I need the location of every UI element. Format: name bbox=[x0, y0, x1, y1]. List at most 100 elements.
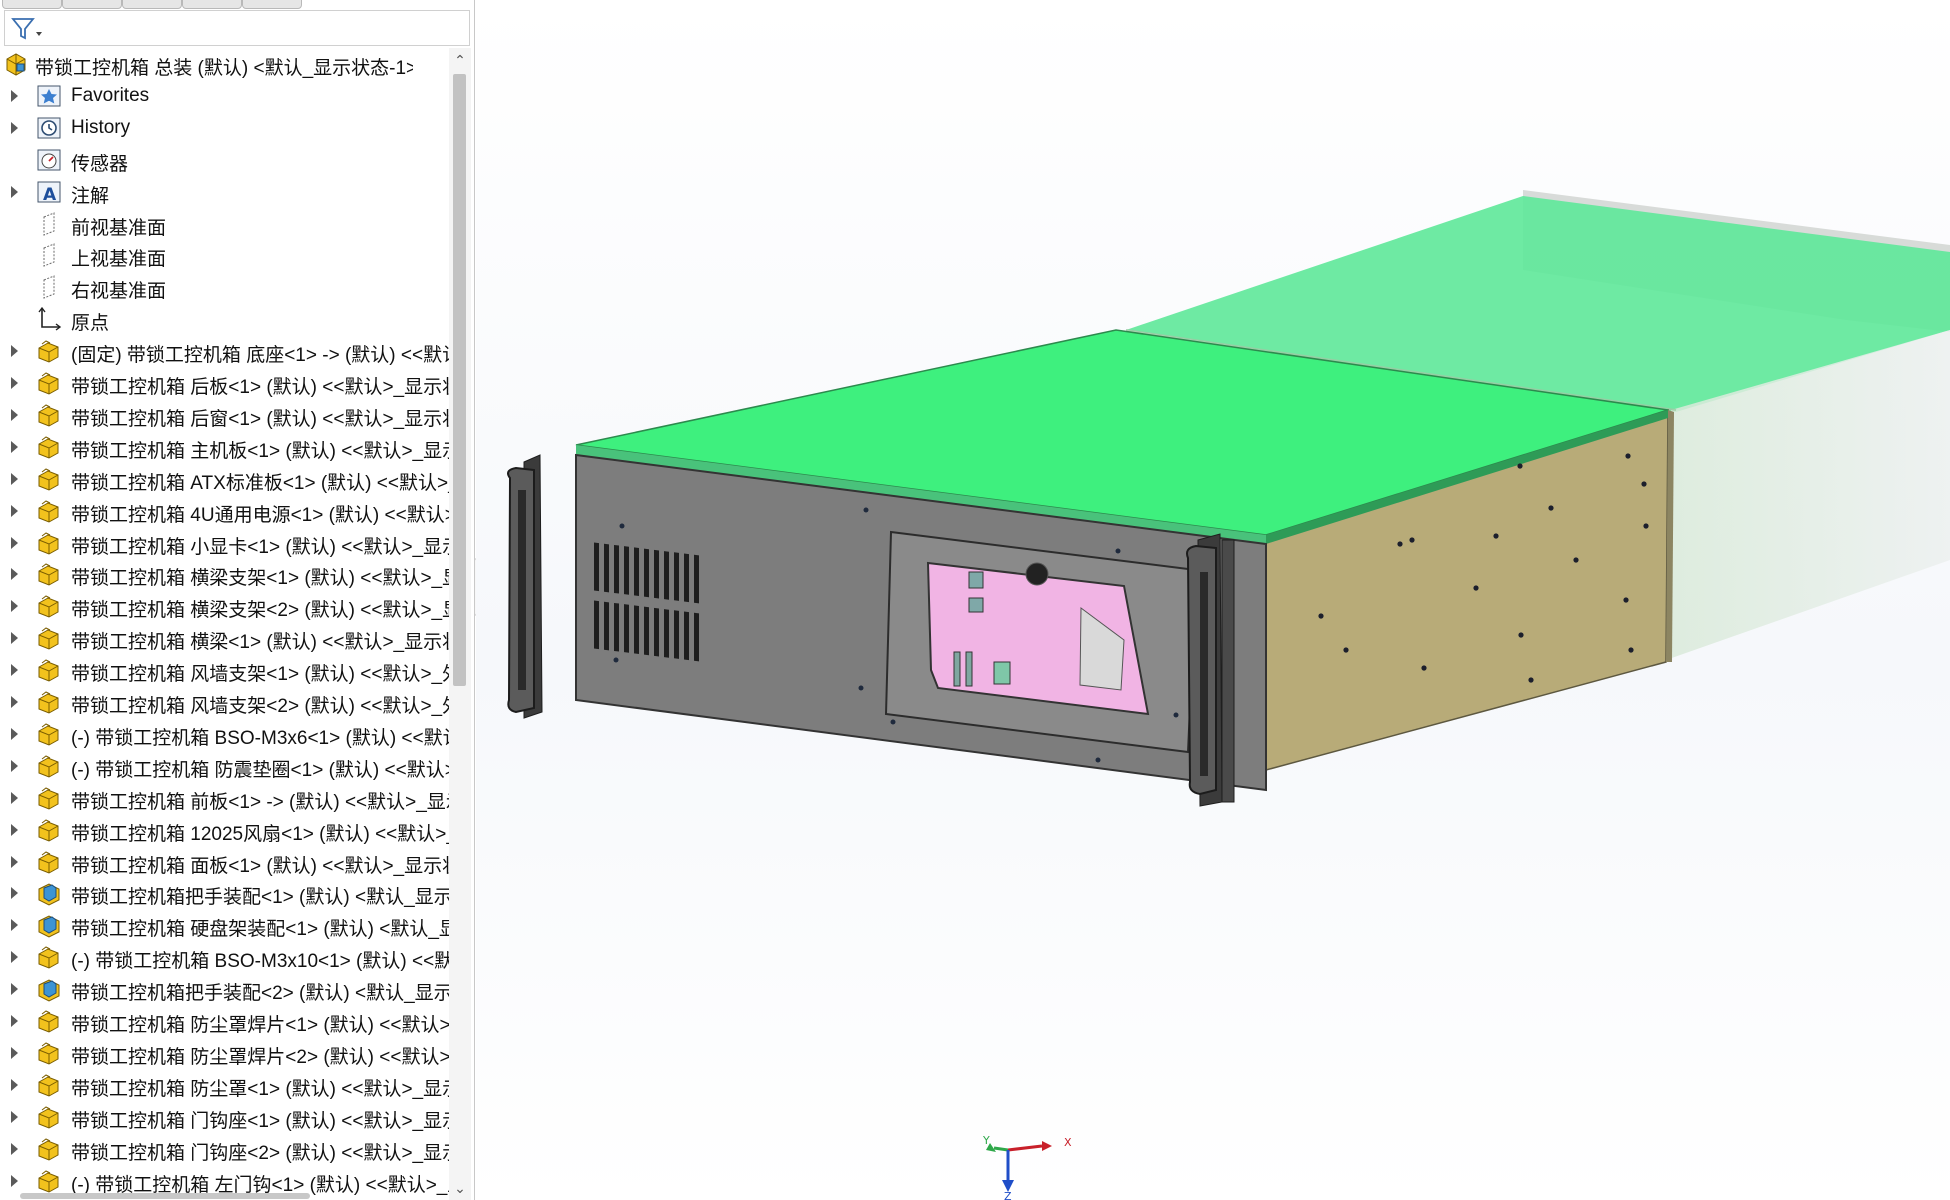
tab-feature-manager[interactable] bbox=[2, 0, 62, 9]
tree-vertical-scrollbar[interactable]: ⌃ ⌄ bbox=[449, 48, 471, 1200]
expand-arrow-icon[interactable] bbox=[11, 185, 18, 198]
tree-node[interactable]: 带锁工控机箱 防尘罩焊片<2> (默认) <<默认>_ bbox=[0, 1037, 450, 1069]
tree-node-label: 传感器 bbox=[71, 153, 129, 175]
expand-arrow-icon[interactable] bbox=[11, 727, 18, 740]
tab-display-manager[interactable] bbox=[242, 0, 302, 9]
tree-node[interactable]: 带锁工控机箱 后板<1> (默认) <<默认>_显示状 bbox=[0, 367, 450, 399]
tree-filter-bar[interactable] bbox=[4, 10, 470, 46]
tree-node[interactable]: (-) 带锁工控机箱 防震垫圈<1> (默认) <<默认> bbox=[0, 750, 450, 782]
expand-arrow-icon[interactable] bbox=[11, 759, 18, 772]
tree-node[interactable]: 原点 bbox=[0, 303, 450, 335]
part-icon bbox=[36, 657, 62, 683]
tree-node-label: 上视基准面 bbox=[71, 249, 167, 271]
tree-node[interactable]: 带锁工控机箱 门钩座<1> (默认) <<默认>_显示 bbox=[0, 1101, 450, 1133]
scroll-thumb[interactable] bbox=[453, 74, 466, 686]
tree-node[interactable]: 上视基准面 bbox=[0, 239, 450, 271]
tree-node-label: 带锁工控机箱 横梁<1> (默认) <<默认>_显示状 bbox=[71, 632, 449, 654]
tree-node[interactable]: 带锁工控机箱 横梁支架<2> (默认) <<默认>_显 bbox=[0, 590, 450, 622]
part-icon bbox=[36, 849, 62, 875]
tree-node[interactable]: 带锁工控机箱 横梁支架<1> (默认) <<默认>_显 bbox=[0, 558, 450, 590]
expand-arrow-icon[interactable] bbox=[11, 472, 18, 485]
expand-arrow-icon[interactable] bbox=[11, 89, 18, 102]
expand-arrow-icon[interactable] bbox=[11, 1046, 18, 1059]
feature-manager-panel: 带锁工控机箱 总装 (默认) <默认_显示状态-1> Favorites Histo… bbox=[0, 0, 475, 1200]
tree-node[interactable]: 带锁工控机箱 防尘罩<1> (默认) <<默认>_显示 bbox=[0, 1069, 450, 1101]
part-icon bbox=[36, 530, 62, 556]
expand-arrow-icon[interactable] bbox=[11, 791, 18, 804]
expand-arrow-icon[interactable] bbox=[11, 919, 18, 932]
expand-arrow-icon[interactable] bbox=[11, 121, 18, 134]
tree-node[interactable]: 带锁工控机箱 小显卡<1> (默认) <<默认>_显示 bbox=[0, 527, 450, 559]
scroll-up-arrow-icon[interactable]: ⌃ bbox=[452, 52, 468, 68]
expand-arrow-icon[interactable] bbox=[11, 696, 18, 708]
tree-node-label: 带锁工控机箱 主机板<1> (默认) <<默认>_显示 bbox=[71, 440, 449, 462]
expand-arrow-icon[interactable] bbox=[11, 1174, 18, 1187]
tree-node[interactable]: 带锁工控机箱 横梁<1> (默认) <<默认>_显示状 bbox=[0, 622, 450, 654]
expand-arrow-icon[interactable] bbox=[11, 1142, 18, 1155]
expand-arrow-icon[interactable] bbox=[11, 600, 18, 613]
tree-node[interactable]: History bbox=[0, 112, 450, 144]
expand-arrow-icon[interactable] bbox=[11, 1078, 18, 1091]
tree-node[interactable]: 带锁工控机箱 12025风扇<1> (默认) <<默认>_ bbox=[0, 814, 450, 846]
tree-node[interactable]: 带锁工控机箱 防尘罩焊片<1> (默认) <<默认>_ bbox=[0, 1005, 450, 1037]
tree-node[interactable]: 带锁工控机箱 后窗<1> (默认) <<默认>_显示状 bbox=[0, 399, 450, 431]
expand-arrow-icon[interactable] bbox=[11, 951, 18, 964]
tree-node-label: 带锁工控机箱 横梁支架<2> (默认) <<默认>_显 bbox=[71, 600, 449, 622]
expand-arrow-icon[interactable] bbox=[11, 568, 18, 581]
tree-node-label: 带锁工控机箱 防尘罩焊片<1> (默认) <<默认>_ bbox=[71, 1015, 449, 1036]
triad-x-label: X bbox=[1064, 1136, 1072, 1149]
tree-node[interactable]: (固定) 带锁工控机箱 底座<1> -> (默认) <<默认 bbox=[0, 335, 450, 367]
tree-node[interactable]: (-) 带锁工控机箱 BSO-M3x10<1> (默认) <<默 bbox=[0, 941, 450, 973]
tree-node[interactable]: 右视基准面 bbox=[0, 271, 450, 303]
tree-node-label: 带锁工控机箱 防尘罩焊片<2> (默认) <<默认>_ bbox=[71, 1046, 449, 1068]
expand-arrow-icon[interactable] bbox=[11, 504, 18, 517]
part-icon bbox=[36, 721, 62, 747]
tree-node[interactable]: 带锁工控机箱 门钩座<2> (默认) <<默认>_显示 bbox=[0, 1133, 450, 1165]
expand-arrow-icon[interactable] bbox=[11, 983, 18, 996]
expand-arrow-icon[interactable] bbox=[11, 536, 18, 549]
tree-node[interactable]: 前视基准面 bbox=[0, 208, 450, 240]
tab-dimxpert-manager[interactable] bbox=[182, 0, 242, 9]
sensor-icon bbox=[36, 147, 62, 173]
tree-node[interactable]: 传感器 bbox=[0, 144, 450, 176]
expand-arrow-icon[interactable] bbox=[11, 823, 18, 836]
expand-arrow-icon[interactable] bbox=[11, 377, 18, 389]
tree-node[interactable]: 带锁工控机箱 风墙支架<2> (默认) <<默认>_外 bbox=[0, 686, 450, 718]
expand-arrow-icon[interactable] bbox=[11, 1015, 18, 1027]
tree-node[interactable]: (-) 带锁工控机箱 左门钩<1> (默认) <<默认>_显 bbox=[0, 1165, 450, 1197]
tree-node[interactable]: 带锁工控机箱 ATX标准板<1> (默认) <<默认>_ bbox=[0, 463, 450, 495]
expand-arrow-icon[interactable] bbox=[11, 887, 18, 900]
tree-node[interactable]: 带锁工控机箱 前板<1> -> (默认) <<默认>_显示 bbox=[0, 782, 450, 814]
tree-node[interactable]: 带锁工控机箱 4U通用电源<1> (默认) <<默认> bbox=[0, 495, 450, 527]
tree-node[interactable]: 带锁工控机箱 硬盘架装配<1> (默认) <默认_显 bbox=[0, 909, 450, 941]
part-icon bbox=[36, 1008, 62, 1034]
expand-arrow-icon[interactable] bbox=[11, 855, 18, 868]
tree-node[interactable]: A 注解 bbox=[0, 176, 450, 208]
part-icon bbox=[36, 370, 62, 396]
expand-arrow-icon[interactable] bbox=[11, 632, 18, 645]
part-icon bbox=[36, 1040, 62, 1066]
tree-horizontal-scrollbar[interactable] bbox=[20, 1193, 310, 1199]
tree-node-label: 带锁工控机箱把手装配<1> (默认) <默认_显示状 bbox=[71, 887, 449, 909]
expand-arrow-icon[interactable] bbox=[11, 440, 18, 453]
scroll-down-arrow-icon[interactable]: ⌄ bbox=[452, 1180, 468, 1196]
expand-arrow-icon[interactable] bbox=[11, 345, 18, 358]
tree-node-label: 带锁工控机箱 面板<1> (默认) <<默认>_显示状 bbox=[71, 855, 449, 877]
expand-arrow-icon[interactable] bbox=[11, 1110, 18, 1123]
tree-node[interactable]: 带锁工控机箱 主机板<1> (默认) <<默认>_显示 bbox=[0, 431, 450, 463]
tree-node[interactable]: 带锁工控机箱 面板<1> (默认) <<默认>_显示状 bbox=[0, 846, 450, 878]
graphics-area[interactable]: X Y Z bbox=[476, 0, 1950, 1200]
tree-node-label: 带锁工控机箱 硬盘架装配<1> (默认) <默认_显 bbox=[71, 919, 449, 941]
tree-root-node[interactable]: 带锁工控机箱 总装 (默认) <默认_显示状态-1> bbox=[0, 48, 450, 80]
tree-node[interactable]: 带锁工控机箱把手装配<1> (默认) <默认_显示状 bbox=[0, 877, 450, 909]
expand-arrow-icon[interactable] bbox=[11, 408, 18, 421]
left-handle bbox=[507, 454, 543, 719]
tab-configuration-manager[interactable] bbox=[122, 0, 182, 9]
tree-node[interactable]: Favorites bbox=[0, 80, 450, 112]
expand-arrow-icon[interactable] bbox=[11, 664, 18, 677]
tree-node[interactable]: (-) 带锁工控机箱 BSO-M3x6<1> (默认) <<默认 bbox=[0, 718, 450, 750]
tab-property-manager[interactable] bbox=[62, 0, 122, 9]
filter-icon[interactable] bbox=[11, 17, 43, 46]
tree-node[interactable]: 带锁工控机箱 风墙支架<1> (默认) <<默认>_外 bbox=[0, 654, 450, 686]
tree-node[interactable]: 带锁工控机箱把手装配<2> (默认) <默认_显示状 bbox=[0, 973, 450, 1005]
